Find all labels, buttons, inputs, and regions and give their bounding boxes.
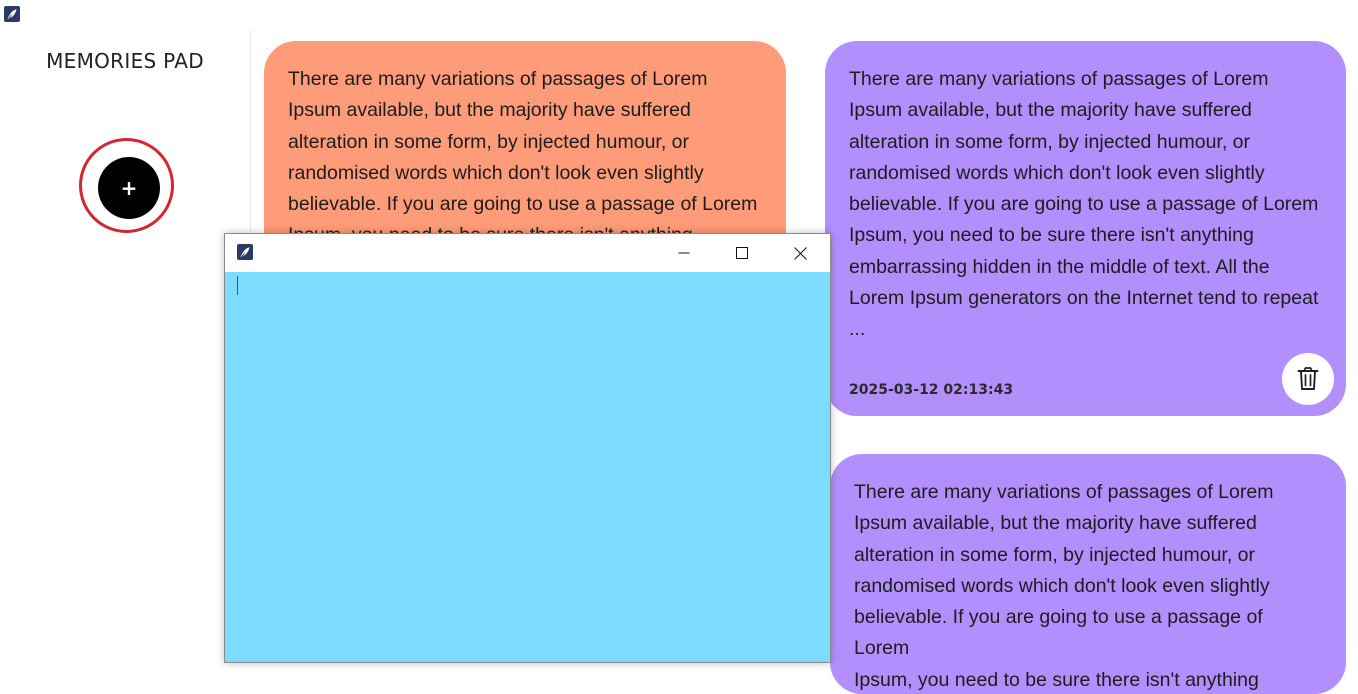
app-feather-icon — [4, 6, 20, 22]
delete-note-button[interactable] — [1282, 353, 1334, 405]
note-timestamp: 2025-03-12 02:13:43 — [849, 382, 1014, 398]
minimize-button[interactable] — [655, 234, 713, 272]
app-title: MEMORIES PAD — [46, 49, 204, 73]
new-note-editor-window[interactable] — [224, 233, 831, 663]
minimize-icon — [678, 252, 690, 254]
close-button[interactable] — [771, 234, 829, 272]
text-cursor — [237, 276, 238, 295]
maximize-icon — [736, 247, 748, 259]
window-feather-icon — [237, 244, 253, 260]
note-text: There are many variations of passages of… — [854, 481, 1274, 691]
window-titlebar[interactable] — [225, 234, 830, 272]
note-text: There are many variations of passages of… — [288, 68, 758, 246]
note-card[interactable]: There are many variations of passages of… — [830, 454, 1346, 694]
close-icon — [793, 246, 807, 260]
trash-icon — [1297, 367, 1319, 390]
sidebar: MEMORIES PAD + — [0, 30, 251, 656]
maximize-button[interactable] — [713, 234, 771, 272]
note-text: There are many variations of passages of… — [849, 68, 1319, 341]
note-card[interactable]: There are many variations of passages of… — [825, 41, 1346, 416]
add-note-button[interactable]: + — [98, 157, 160, 219]
add-button-focus-ring: + — [79, 138, 174, 233]
note-text-area[interactable] — [225, 272, 830, 662]
